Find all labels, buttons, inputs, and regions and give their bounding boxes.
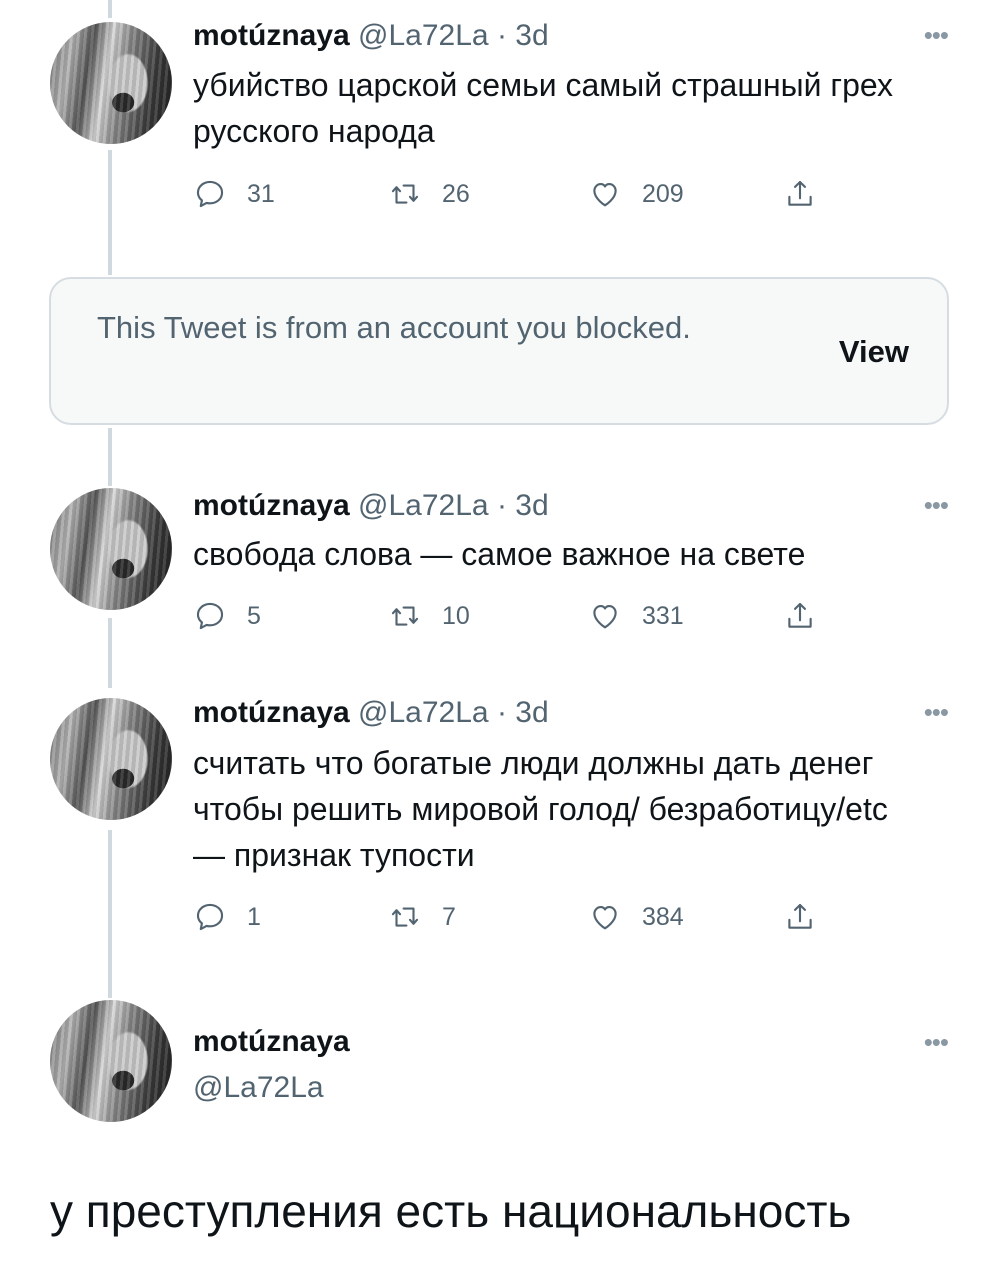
heart-icon [593, 605, 617, 629]
author-name[interactable]: motúznaya [193, 489, 350, 522]
reply-button[interactable]: 31 [193, 174, 275, 214]
retweet-icon [391, 907, 419, 927]
retweet-icon [391, 184, 419, 204]
heart-icon [593, 906, 617, 930]
author-name-block: motúznaya @La72La [193, 1024, 350, 1106]
tweet-header: motúznaya @La72La · 3d [193, 488, 549, 524]
reply-count: 5 [247, 601, 261, 630]
share-icon [788, 180, 812, 206]
share-icon [788, 903, 812, 929]
retweet-button[interactable]: 10 [388, 596, 470, 636]
thread-line [108, 830, 112, 998]
author-name[interactable]: motúznaya [193, 1024, 350, 1060]
tweet-actions: 1 7 384 [193, 897, 833, 937]
share-button[interactable] [783, 596, 817, 636]
like-count: 384 [642, 902, 684, 931]
tweet-actions: 5 10 331 [193, 596, 833, 636]
tweet-text: считать что богатые люди должны дать ден… [193, 745, 888, 873]
reply-button[interactable]: 5 [193, 596, 261, 636]
share-button[interactable] [783, 174, 817, 214]
timestamp[interactable]: 3d [515, 489, 548, 522]
main-tweet-text: у преступления есть национальность [50, 1185, 852, 1237]
reply-count: 31 [247, 179, 275, 208]
author-name[interactable]: motúznaya [193, 696, 350, 729]
like-count: 331 [642, 601, 684, 630]
thread-line [108, 618, 112, 688]
share-button[interactable] [783, 897, 817, 937]
more-icon[interactable]: ••• [924, 1027, 949, 1058]
like-button[interactable]: 384 [588, 897, 684, 937]
reply-icon [196, 180, 224, 208]
timestamp[interactable]: 3d [515, 696, 548, 729]
author-handle[interactable]: @La72La [358, 696, 489, 729]
author-handle[interactable]: @La72La [193, 1070, 350, 1106]
author-handle[interactable]: @La72La [358, 19, 489, 52]
reply-icon [196, 602, 224, 630]
thread-line [108, 428, 112, 486]
retweet-count: 7 [442, 902, 456, 931]
like-button[interactable]: 209 [588, 174, 684, 214]
tweet-header: motúznaya @La72La · 3d [193, 18, 549, 54]
retweet-count: 10 [442, 601, 470, 630]
more-icon[interactable]: ••• [924, 490, 949, 521]
retweet-button[interactable]: 26 [388, 174, 470, 214]
separator: · [496, 696, 507, 729]
tweet-text: свобода слова — самое важное на свете [193, 536, 806, 572]
more-icon[interactable]: ••• [924, 697, 949, 728]
blocked-tweet-notice: This Tweet is from an account you blocke… [49, 277, 949, 425]
share-icon [788, 602, 812, 628]
like-button[interactable]: 331 [588, 596, 684, 636]
retweet-icon [391, 606, 419, 626]
avatar[interactable] [50, 698, 172, 820]
heart-icon [593, 183, 617, 207]
view-button[interactable]: View [839, 334, 909, 370]
separator: · [496, 489, 507, 522]
reply-button[interactable]: 1 [193, 897, 261, 937]
author-handle[interactable]: @La72La [358, 489, 489, 522]
timestamp[interactable]: 3d [515, 19, 548, 52]
like-count: 209 [642, 179, 684, 208]
avatar[interactable] [50, 22, 172, 144]
more-icon[interactable]: ••• [924, 20, 949, 51]
retweet-button[interactable]: 7 [388, 897, 456, 937]
tweet-header: motúznaya @La72La · 3d [193, 695, 549, 731]
retweet-count: 26 [442, 179, 470, 208]
thread-line [108, 150, 112, 275]
author-name[interactable]: motúznaya [193, 19, 350, 52]
avatar[interactable] [50, 1000, 172, 1122]
reply-icon [196, 903, 224, 931]
tweet-actions: 31 26 209 [193, 174, 833, 214]
reply-count: 1 [247, 902, 261, 931]
blocked-notice-text: This Tweet is from an account you blocke… [97, 310, 691, 345]
separator: · [496, 19, 507, 52]
avatar[interactable] [50, 488, 172, 610]
tweet-text: убийство царской семьи самый страшный гр… [193, 67, 893, 149]
thread-line [108, 0, 112, 18]
